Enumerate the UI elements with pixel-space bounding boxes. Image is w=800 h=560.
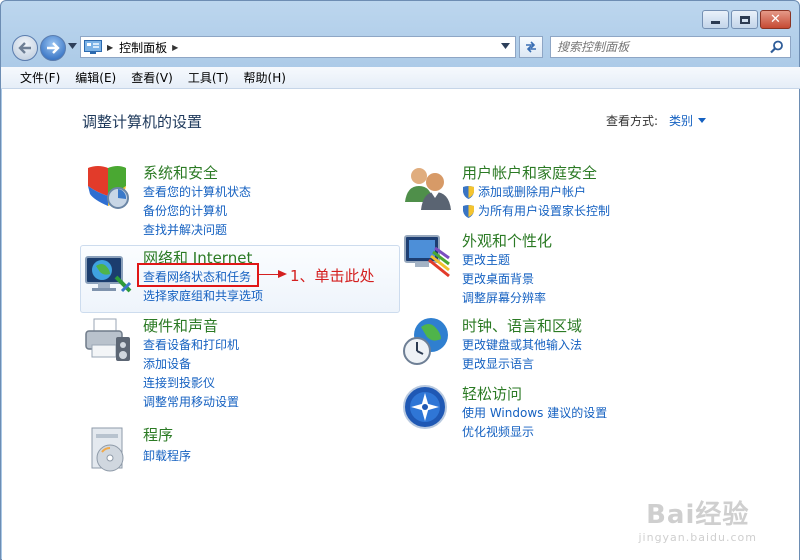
link-text[interactable]: 添加或删除用户帐户 bbox=[478, 183, 586, 200]
maximize-button[interactable] bbox=[731, 10, 758, 29]
link-screen-resolution[interactable]: 调整屏幕分辨率 bbox=[462, 289, 546, 306]
breadcrumb-separator-icon: ▶ bbox=[107, 42, 114, 52]
menu-tools[interactable]: 工具(T) bbox=[188, 69, 229, 86]
uac-shield-icon bbox=[463, 185, 474, 199]
menu-file[interactable]: 文件(F) bbox=[20, 69, 60, 86]
minimize-icon bbox=[711, 21, 720, 24]
category-heading[interactable]: 系统和安全 bbox=[143, 162, 218, 183]
maximize-icon bbox=[739, 15, 750, 24]
uac-shield-icon bbox=[463, 204, 474, 218]
refresh-button[interactable] bbox=[519, 36, 543, 58]
watermark-url: jingyan.baidu.com bbox=[638, 531, 757, 544]
link-uninstall-program[interactable]: 卸载程序 bbox=[143, 447, 191, 464]
menu-help[interactable]: 帮助(H) bbox=[244, 69, 286, 86]
search-box[interactable] bbox=[550, 36, 791, 58]
printer-icon bbox=[85, 318, 130, 361]
menu-bar: 文件(F) 编辑(E) 查看(V) 工具(T) 帮助(H) bbox=[1, 67, 800, 89]
link-windows-recommended[interactable]: 使用 Windows 建议的设置 bbox=[462, 404, 607, 421]
category-heading[interactable]: 程序 bbox=[143, 424, 173, 445]
back-button[interactable] bbox=[12, 35, 38, 61]
address-dropdown-icon[interactable] bbox=[501, 43, 510, 49]
ease-of-access-icon bbox=[403, 385, 447, 429]
link-view-computer-status[interactable]: 查看您的计算机状态 bbox=[143, 183, 251, 200]
control-panel-window: ✕ ▶ 控制面板 ▶ 搜索控制面板 文件(F) 编辑(E) 查看(V) 工具(T… bbox=[0, 0, 800, 560]
category-heading[interactable]: 硬件和声音 bbox=[143, 315, 218, 336]
link-backup-computer[interactable]: 备份您的计算机 bbox=[143, 202, 227, 219]
link-change-theme[interactable]: 更改主题 bbox=[462, 251, 510, 268]
link-find-fix-problems[interactable]: 查找并解决问题 bbox=[143, 221, 227, 238]
breadcrumb-control-panel[interactable]: 控制面板 bbox=[119, 39, 167, 56]
view-by-dropdown[interactable]: 类别 bbox=[669, 112, 707, 129]
close-button[interactable]: ✕ bbox=[760, 10, 791, 29]
recent-pages-dropdown-icon[interactable] bbox=[68, 43, 77, 49]
globe-clock-icon bbox=[403, 318, 448, 365]
category-heading[interactable]: 用户帐户和家庭安全 bbox=[462, 162, 597, 183]
view-by-value[interactable]: 类别 bbox=[669, 112, 693, 129]
menu-edit[interactable]: 编辑(E) bbox=[75, 69, 116, 86]
link-connect-projector[interactable]: 连接到投影仪 bbox=[143, 374, 215, 391]
category-heading[interactable]: 轻松访问 bbox=[462, 383, 522, 404]
link-add-device[interactable]: 添加设备 bbox=[143, 355, 191, 372]
highlight-box bbox=[137, 263, 259, 287]
content-pane: 调整计算机的设置 查看方式: 类别 系统和安全 查看您的计算机状态 备份您的计算… bbox=[2, 89, 799, 560]
minimize-button[interactable] bbox=[702, 10, 729, 29]
category-heading[interactable]: 外观和个性化 bbox=[462, 230, 552, 251]
users-icon bbox=[405, 168, 451, 210]
forward-button[interactable] bbox=[40, 35, 66, 61]
refresh-icon bbox=[526, 41, 536, 53]
category-heading[interactable]: 时钟、语言和区域 bbox=[462, 315, 582, 336]
view-by-label: 查看方式: bbox=[606, 114, 659, 128]
link-desktop-background[interactable]: 更改桌面背景 bbox=[462, 270, 534, 287]
link-parental-controls[interactable]: 为所有用户设置家长控制 bbox=[462, 202, 610, 219]
link-keyboard-input[interactable]: 更改键盘或其他输入法 bbox=[462, 336, 582, 353]
link-homegroup-sharing[interactable]: 选择家庭组和共享选项 bbox=[143, 287, 263, 304]
annotation-text: 1、单击此处 bbox=[290, 267, 375, 285]
page-title: 调整计算机的设置 bbox=[82, 113, 203, 131]
caption-buttons: ✕ bbox=[702, 10, 791, 29]
back-arrow-icon bbox=[18, 42, 31, 54]
watermark-logo: Bai经验 bbox=[646, 500, 750, 530]
search-input[interactable] bbox=[557, 40, 762, 54]
baidu-watermark: Bai经验 jingyan.baidu.com bbox=[638, 494, 757, 544]
monitor-palette-icon bbox=[404, 235, 450, 278]
navigation-bar: ▶ 控制面板 ▶ bbox=[1, 31, 800, 65]
link-devices-printers[interactable]: 查看设备和打印机 bbox=[143, 336, 239, 353]
link-add-remove-users[interactable]: 添加或删除用户帐户 bbox=[462, 183, 586, 200]
annotation-arrow-head bbox=[278, 270, 287, 278]
link-text[interactable]: 为所有用户设置家长控制 bbox=[478, 202, 610, 219]
breadcrumb-separator-icon[interactable]: ▶ bbox=[172, 43, 178, 52]
link-display-language[interactable]: 更改显示语言 bbox=[462, 355, 534, 372]
search-icon[interactable] bbox=[770, 40, 784, 54]
network-globe-icon bbox=[85, 256, 132, 293]
close-icon: ✕ bbox=[770, 12, 781, 27]
programs-disc-icon bbox=[91, 427, 124, 472]
forward-arrow-icon bbox=[47, 42, 60, 54]
link-mobility-settings[interactable]: 调整常用移动设置 bbox=[143, 393, 239, 410]
address-bar[interactable]: ▶ 控制面板 ▶ bbox=[80, 36, 516, 58]
control-panel-icon bbox=[84, 40, 102, 54]
link-optimize-display[interactable]: 优化视频显示 bbox=[462, 423, 534, 440]
menu-view[interactable]: 查看(V) bbox=[131, 69, 173, 86]
shield-icon bbox=[88, 166, 129, 209]
chevron-down-icon[interactable] bbox=[698, 118, 707, 123]
